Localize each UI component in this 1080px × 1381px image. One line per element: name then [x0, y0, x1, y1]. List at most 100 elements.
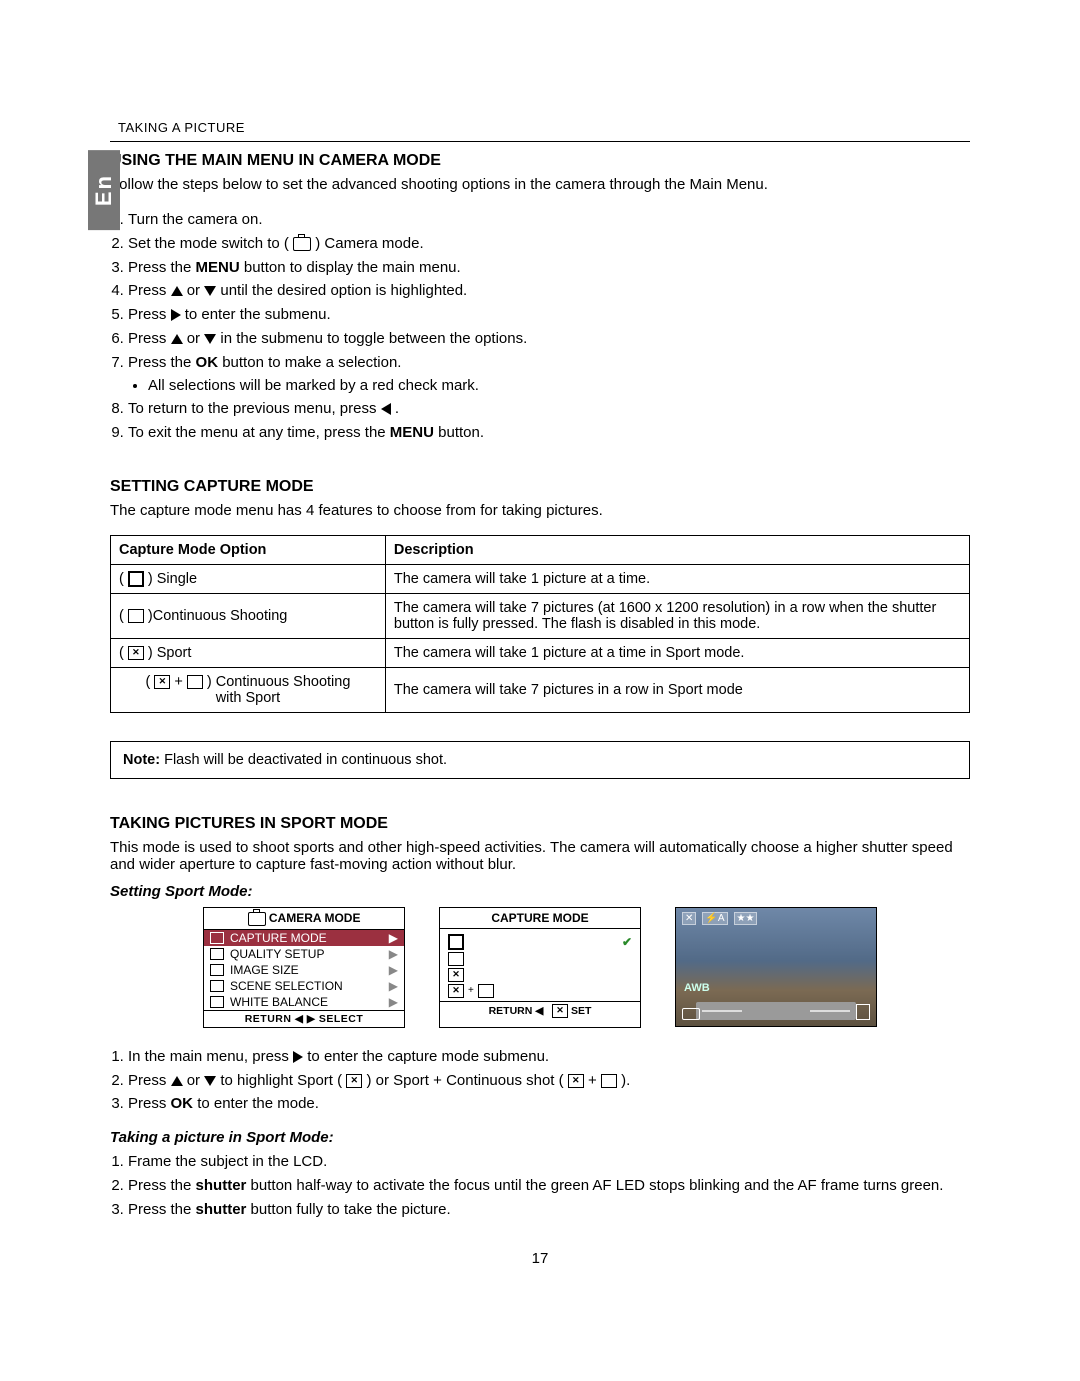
step: Press OK to enter the mode. [128, 1093, 970, 1115]
step: Press or until the desired option is hig… [128, 280, 970, 302]
setting-sport-steps: In the main menu, press to enter the cap… [128, 1046, 970, 1115]
continuous-shot-icon [601, 1074, 617, 1088]
subheading-taking-picture-sport: Taking a picture in Sport Mode: [110, 1129, 334, 1146]
sport-icon: ✕ [448, 968, 464, 982]
set-icon: ✕ [552, 1004, 568, 1018]
step-text: button to make a selection. [222, 354, 401, 371]
option-sport-continuous[interactable]: ✕+ [448, 983, 632, 999]
ok-label: OK [171, 1095, 194, 1112]
menu-item-capture-mode[interactable]: CAPTURE MODE▶ [204, 930, 404, 946]
menu-icon [210, 980, 224, 992]
menu-label: MENU [390, 424, 434, 441]
note-box: Note: Flash will be deactivated in conti… [110, 741, 970, 779]
capture-option-single: ( ) Single [111, 564, 386, 593]
checkmark-icon: ✔ [622, 935, 632, 949]
sport-icon: ✕ [346, 1074, 362, 1088]
lcd1-footer: RETURN ◀ ▶ SELECT [204, 1010, 404, 1027]
step: Press the shutter button half-way to act… [128, 1175, 970, 1197]
single-shot-icon [128, 571, 144, 587]
menu-item-image-size[interactable]: IMAGE SIZE▶ [204, 962, 404, 978]
right-arrow-icon [171, 309, 181, 321]
step: To exit the menu at any time, press the … [128, 422, 970, 444]
step: Press the MENU button to display the mai… [128, 257, 970, 279]
step-text: Press the [128, 354, 196, 371]
capture-desc: The camera will take 1 picture at a time… [385, 638, 969, 667]
capture-desc: The camera will take 7 pictures in a row… [385, 667, 969, 712]
left-arrow-icon [381, 403, 391, 415]
step-text: in the submenu to toggle between the opt… [220, 330, 527, 347]
step: In the main menu, press to enter the cap… [128, 1046, 970, 1068]
table-row: ( )Continuous Shooting The camera will t… [111, 593, 970, 638]
menu-icon [210, 932, 224, 944]
table-header: Description [385, 535, 969, 564]
option-continuous[interactable] [448, 951, 632, 967]
step: Set the mode switch to ( ) Camera mode. [128, 233, 970, 255]
capture-option-sport: ( ✕ ) Sport [111, 638, 386, 667]
shutter-label: shutter [196, 1201, 247, 1218]
menu-item-label: SCENE SELECTION [230, 979, 343, 993]
menu-item-label: CAPTURE MODE [230, 931, 327, 945]
table-row: ( ✕ + ) Continuous Shootingwith Sport Th… [111, 667, 970, 712]
step-text: Press the [128, 259, 196, 276]
sport-icon: ✕ [128, 646, 144, 660]
step: Press the OK button to make a selection.… [128, 352, 970, 397]
menu-item-label: WHITE BALANCE [230, 995, 328, 1009]
lcd-capture-mode-submenu: CAPTURE MODE ✔ ✕ ✕+ RETURN ◀ ✕ SET [439, 907, 641, 1028]
option-single[interactable]: ✔ [448, 933, 632, 951]
sport-icon: ✕ [154, 675, 170, 689]
section-title-main-menu: USING THE MAIN MENU IN CAMERA MODE [110, 152, 970, 170]
capture-desc: The camera will take 1 picture at a time… [385, 564, 969, 593]
step-text: Press [128, 1095, 171, 1112]
capture-option-sport-continuous: ( ✕ + ) Continuous Shootingwith Sport [111, 667, 386, 712]
menu-icon [210, 996, 224, 1008]
continuous-shot-icon [478, 984, 494, 998]
up-arrow-icon [171, 334, 183, 344]
sport-icon: ✕ [448, 984, 464, 998]
preview-scene [696, 1002, 856, 1020]
lcd-camera-mode-menu: CAMERA MODE CAPTURE MODE▶ QUALITY SETUP▶… [203, 907, 405, 1028]
step: Press to enter the submenu. [128, 304, 970, 326]
step-text: Press [128, 330, 171, 347]
lcd2-title: CAPTURE MODE [491, 911, 588, 925]
chevron-right-icon: ▶ [389, 995, 398, 1009]
capture-option-continuous: ( )Continuous Shooting [111, 593, 386, 638]
subheading-setting-sport: Setting Sport Mode: [110, 883, 253, 900]
step-text: + [588, 1072, 601, 1089]
menu-item-quality-setup[interactable]: QUALITY SETUP▶ [204, 946, 404, 962]
menu-icon [210, 948, 224, 960]
lcd2-header: CAPTURE MODE [440, 908, 640, 929]
menu-label: MENU [196, 259, 240, 276]
step-text: . [395, 400, 399, 417]
sport-icon: ✕ [568, 1074, 584, 1088]
lcd2-footer: RETURN ◀ ✕ SET [440, 1001, 640, 1020]
step-text: ). [621, 1072, 630, 1089]
menu-item-label: IMAGE SIZE [230, 963, 299, 977]
single-shot-icon [448, 934, 464, 950]
step-text: button. [438, 424, 484, 441]
step: To return to the previous menu, press . [128, 398, 970, 420]
step-text: Press [128, 306, 171, 323]
menu-item-white-balance[interactable]: WHITE BALANCE ▶ [204, 994, 404, 1010]
step-text: button fully to take the picture. [251, 1201, 451, 1218]
option-sport[interactable]: ✕ [448, 967, 632, 983]
step-text: ) or Sport + Continuous shot ( [366, 1072, 567, 1089]
table-header: Capture Mode Option [111, 535, 386, 564]
step: Turn the camera on. [128, 209, 970, 231]
language-tab: En [88, 150, 120, 230]
step-text: To return to the previous menu, press [128, 400, 381, 417]
note-text: Flash will be deactivated in continuous … [160, 752, 447, 768]
note-label: Note: [123, 752, 160, 768]
down-arrow-icon [204, 286, 216, 296]
table-row: ( ) Single The camera will take 1 pictur… [111, 564, 970, 593]
menu-icon [210, 964, 224, 976]
chevron-right-icon: ▶ [389, 979, 398, 993]
menu-item-scene-selection[interactable]: SCENE SELECTION ▶ [204, 978, 404, 994]
step-text: or [187, 1072, 205, 1089]
chevron-right-icon: ▶ [389, 947, 398, 961]
up-arrow-icon [171, 286, 183, 296]
step-text: to enter the capture mode submenu. [307, 1048, 549, 1065]
up-arrow-icon [171, 1076, 183, 1086]
step-text: Set the mode switch to ( [128, 235, 293, 252]
header-rule [110, 141, 970, 142]
shutter-label: shutter [196, 1177, 247, 1194]
